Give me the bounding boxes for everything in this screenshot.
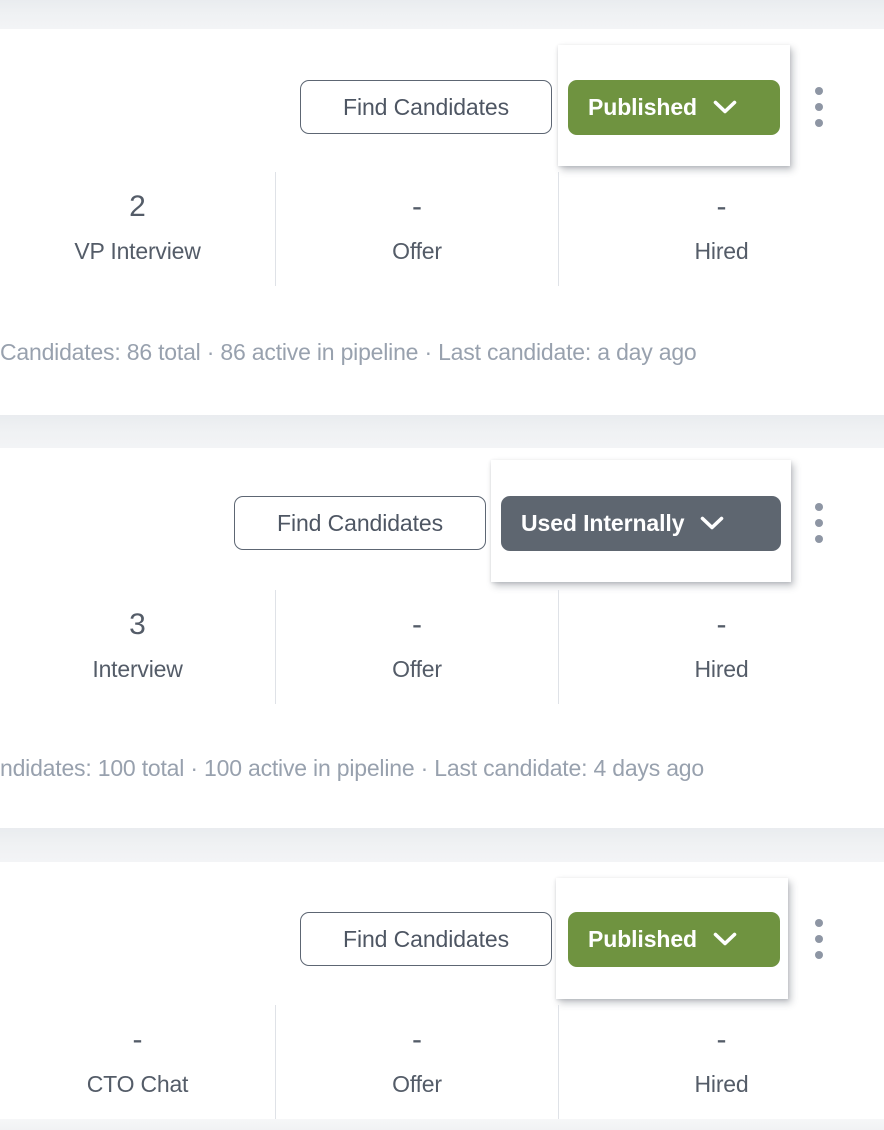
card-separator-band-2 <box>0 828 884 862</box>
kebab-dot <box>815 519 823 527</box>
more-vertical-icon[interactable] <box>807 499 831 547</box>
job-list-page: Find Candidates Published 2 VP Interview <box>0 0 884 1130</box>
pipeline-stats-row: 3 Interview - Offer - Hired <box>0 590 884 704</box>
kebab-dot <box>815 919 823 927</box>
pipeline-stage[interactable]: - Hired <box>558 172 884 286</box>
pipeline-stage[interactable]: - Hired <box>558 590 884 704</box>
kebab-dot <box>815 103 823 111</box>
kebab-dot <box>815 951 823 959</box>
kebab-dot <box>815 935 823 943</box>
stage-label: Interview <box>92 656 183 682</box>
job-card: Find Candidates Used Internally 3 Interv <box>0 448 884 828</box>
stage-label: Offer <box>392 656 442 682</box>
chevron-down-icon <box>713 100 737 115</box>
pipeline-stage[interactable]: 3 Interview <box>0 590 275 704</box>
pipeline-stage[interactable]: - CTO Chat <box>0 1005 275 1119</box>
stage-label: Hired <box>694 656 749 682</box>
kebab-dot <box>815 119 823 127</box>
more-vertical-icon[interactable] <box>807 83 831 131</box>
stage-count: - <box>132 1023 143 1056</box>
stage-count: 3 <box>129 608 146 641</box>
stage-count: - <box>716 608 727 641</box>
card-separator-band-1 <box>0 415 884 448</box>
job-card: Find Candidates Published 2 VP Interview <box>0 29 884 415</box>
pipeline-stage[interactable]: - Offer <box>275 590 558 704</box>
kebab-dot <box>815 503 823 511</box>
pipeline-stage[interactable]: 2 VP Interview <box>0 172 275 286</box>
find-candidates-button[interactable]: Find Candidates <box>300 80 552 134</box>
kebab-dot <box>815 87 823 95</box>
stage-count: - <box>412 190 422 223</box>
pipeline-stage[interactable]: - Offer <box>275 1005 558 1119</box>
stage-count: - <box>412 608 422 641</box>
job-action-row: Find Candidates Used Internally <box>0 448 884 588</box>
job-card: Find Candidates Published - CTO Chat - O… <box>0 862 884 1119</box>
bottom-separator-band <box>0 1119 884 1130</box>
stage-label: VP Interview <box>74 238 201 264</box>
find-candidates-button[interactable]: Find Candidates <box>234 496 486 550</box>
more-vertical-icon[interactable] <box>807 915 831 963</box>
candidates-summary: Candidates: 86 total · 86 active in pipe… <box>0 339 697 365</box>
stage-label: CTO Chat <box>86 1071 189 1097</box>
status-label: Used Internally <box>521 510 685 536</box>
stage-label: Offer <box>392 238 442 264</box>
stage-label: Hired <box>694 1071 749 1097</box>
pipeline-stage[interactable]: - Hired <box>558 1005 884 1119</box>
status-dropdown-button[interactable]: Used Internally <box>501 496 781 551</box>
pipeline-stage[interactable]: - Offer <box>275 172 558 286</box>
status-dropdown-button[interactable]: Published <box>568 80 780 135</box>
status-label: Published <box>588 94 698 120</box>
stage-count: - <box>716 1023 727 1056</box>
top-separator-band <box>0 0 884 29</box>
find-candidates-button[interactable]: Find Candidates <box>300 912 552 966</box>
job-action-row: Find Candidates Published <box>0 29 884 169</box>
chevron-down-icon <box>700 516 724 531</box>
status-dropdown-button[interactable]: Published <box>568 912 780 967</box>
stage-count: - <box>716 190 727 223</box>
job-action-row: Find Candidates Published <box>0 862 884 1002</box>
kebab-dot <box>815 535 823 543</box>
pipeline-stats-row: 2 VP Interview - Offer - Hired <box>0 172 884 286</box>
stage-label: Offer <box>392 1071 442 1097</box>
candidates-summary: ndidates: 100 total · 100 active in pipe… <box>0 755 704 781</box>
stage-count: 2 <box>129 190 146 223</box>
stage-count: - <box>412 1023 422 1056</box>
stage-label: Hired <box>694 238 749 264</box>
chevron-down-icon <box>713 932 737 947</box>
pipeline-stats-row: - CTO Chat - Offer - Hired <box>0 1005 884 1119</box>
status-label: Published <box>588 926 698 952</box>
